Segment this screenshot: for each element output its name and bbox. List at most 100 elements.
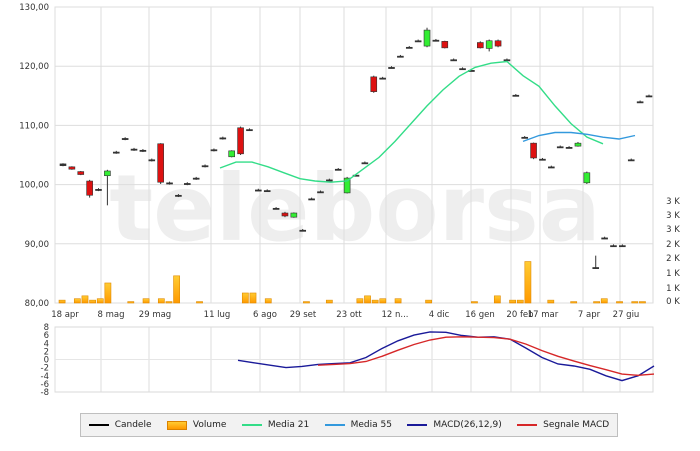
volume-bar (157, 298, 165, 304)
volume-bar (81, 295, 89, 304)
x-tick-label: 18 apr (51, 310, 79, 320)
macd-axis-label: -8 (41, 388, 49, 398)
candle-body (246, 129, 253, 132)
legend-label-segnale: Segnale MACD (543, 420, 610, 430)
candle (530, 142, 537, 160)
candle-body (379, 77, 386, 80)
x-tick-label: 8 mag (98, 310, 125, 320)
x-tick-label: 23 ott (336, 310, 362, 320)
candle-body (334, 168, 342, 171)
legend-label-volume: Volume (192, 420, 227, 430)
volume-bar (196, 301, 203, 304)
candle-body (645, 95, 653, 98)
candle-body (450, 59, 457, 62)
candle-body (397, 55, 404, 58)
price-axis-label: 100,00 (19, 181, 49, 191)
volume-bar (249, 292, 257, 304)
volume-axis-label: 3 K (666, 197, 680, 207)
volume-bar (73, 298, 81, 304)
candle (157, 143, 164, 185)
x-tick-label: 11 lug (204, 310, 231, 320)
volume-bar (379, 298, 387, 304)
candle-body (432, 39, 440, 42)
candle-body (121, 138, 129, 140)
candle-body (201, 165, 209, 168)
legend-item-volume: Volume (166, 420, 227, 430)
candle-body (192, 177, 200, 180)
candle (228, 150, 235, 158)
candle (583, 171, 591, 185)
candle-body (255, 189, 262, 192)
x-tick-label: 29 set (290, 310, 317, 320)
candle (441, 40, 449, 49)
legend-label-media21: Media 21 (267, 420, 310, 430)
candle-body (610, 245, 617, 248)
x-tick-label: 16 gen (465, 310, 495, 320)
candle-body (539, 158, 546, 161)
legend-swatch-segnale (517, 424, 538, 426)
volume-axis-label: 1 K (666, 269, 680, 279)
candle-body (77, 171, 85, 175)
chart-legend: Candele Volume Media 21 Media 55 MACD(26… (80, 413, 618, 437)
candle-body (281, 212, 289, 217)
volume-bar (104, 282, 112, 304)
volume-axis-label: 2 K (666, 254, 680, 264)
volume-bar (325, 299, 333, 304)
candle-body (68, 166, 76, 170)
candle-body (175, 194, 182, 197)
candle-body (583, 172, 591, 184)
candle-body (521, 136, 528, 139)
volume-axis-label: 1 K (666, 284, 680, 294)
volume-bar (509, 299, 516, 304)
price-axis-label: 130,00 (19, 3, 49, 13)
candle-body (512, 94, 520, 97)
candle-body (636, 101, 644, 104)
candle-body (299, 229, 307, 232)
volume-bar (524, 261, 532, 304)
candle-body (619, 245, 626, 248)
candle-body (405, 46, 413, 49)
volume-bar (616, 301, 623, 304)
candle-body (548, 166, 555, 169)
legend-swatch-candele (88, 424, 109, 426)
x-tick-label: 4 dic (429, 310, 450, 320)
candle-body (148, 159, 156, 162)
volume-axis-label: 0 K (666, 297, 680, 307)
volume-bar (264, 298, 272, 304)
candle-body (423, 29, 431, 47)
candle-body (139, 149, 147, 152)
candle-body (601, 237, 608, 240)
volume-bar (493, 295, 501, 304)
volume-bar (547, 299, 555, 304)
candle-body (263, 190, 271, 193)
volume-bar (96, 298, 104, 304)
x-tick-label: 17 mar (528, 310, 559, 320)
legend-item-macd: MACD(26,12,9) (407, 420, 502, 430)
candle-body (530, 142, 537, 159)
volume-bar (356, 298, 364, 304)
candle-body (290, 212, 298, 218)
x-tick-label: 7 apr (578, 310, 601, 320)
candle-body (228, 150, 235, 158)
volume-bar (371, 299, 379, 304)
legend-label-macd: MACD(26,12,9) (433, 420, 502, 430)
candle-body (184, 183, 191, 185)
volume-bar (58, 299, 66, 304)
candle-body (556, 146, 564, 149)
candle-body (112, 151, 120, 154)
price-axis-label: 110,00 (19, 121, 49, 131)
candle-body (326, 179, 333, 182)
candle-body (370, 76, 378, 92)
volume-bar (593, 301, 600, 304)
volume-bar (165, 301, 173, 304)
price-axis-label: 120,00 (19, 62, 49, 72)
price-axis-label: 90,00 (25, 240, 49, 250)
candle-body (308, 198, 315, 201)
x-tick-label: 29 mag (139, 310, 171, 320)
volume-bar (516, 299, 524, 304)
candle-body (361, 162, 369, 165)
volume-axis-label: 3 K (666, 225, 680, 235)
legend-item-media55: Media 55 (324, 420, 392, 430)
candle-body (485, 40, 493, 49)
legend-swatch-media21 (241, 424, 262, 426)
